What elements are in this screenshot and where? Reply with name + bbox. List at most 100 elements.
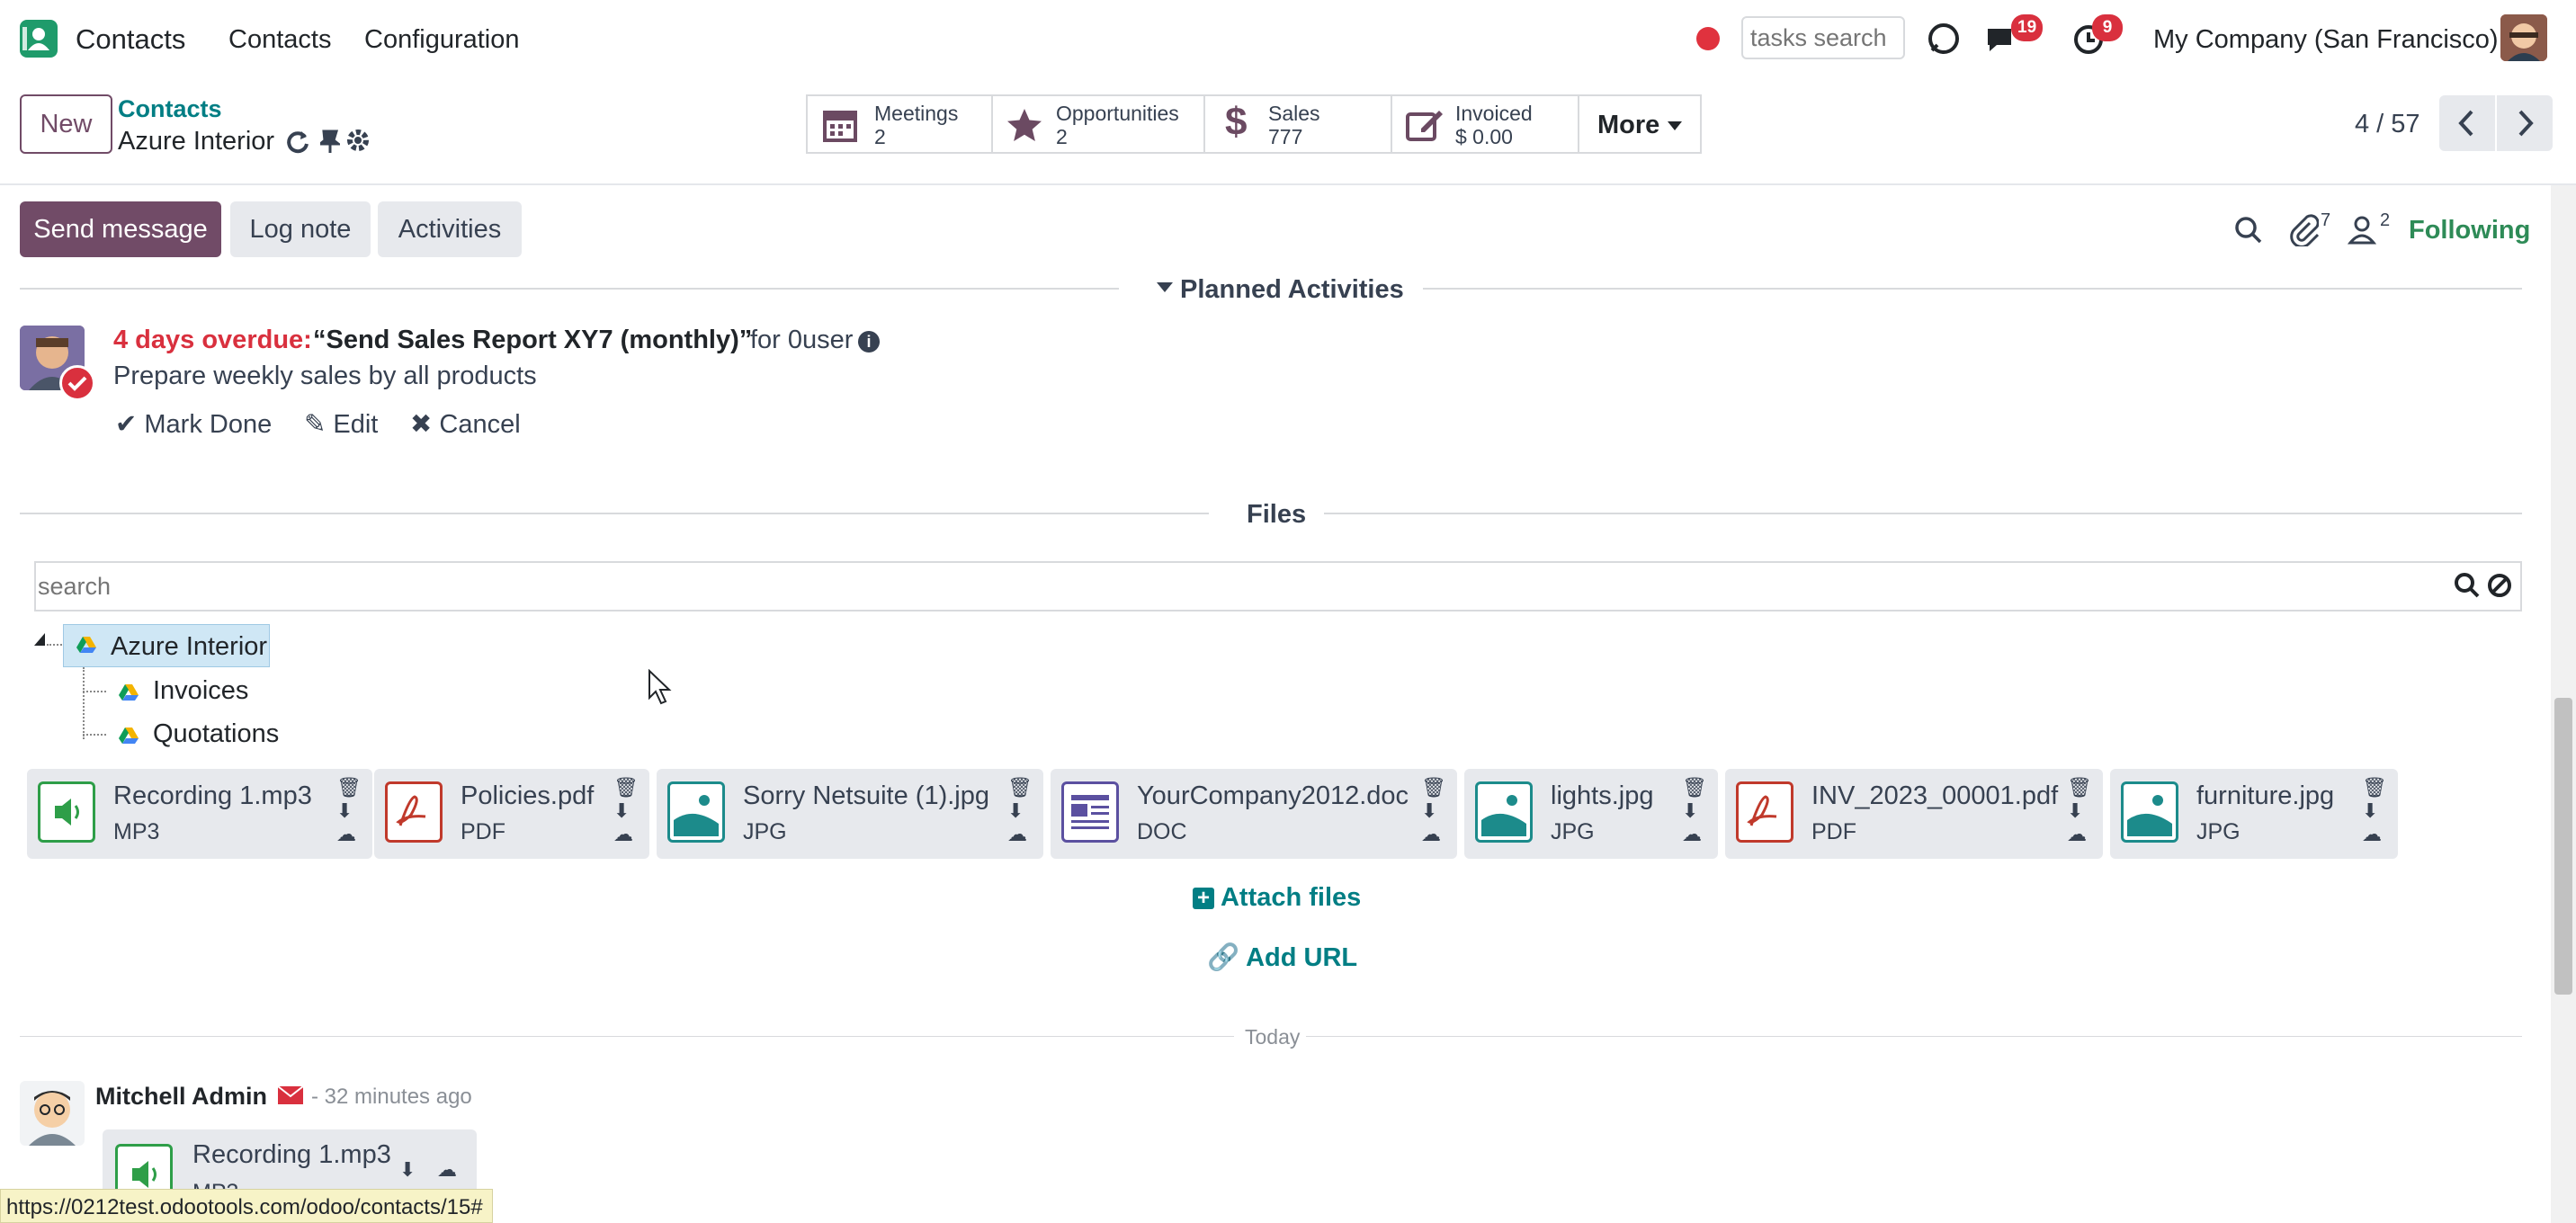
cloud-icon[interactable]: ☁ [2067, 823, 2092, 846]
attachment-card[interactable]: lights.jpg JPG 🗑 ⬇ ☁ [1464, 769, 1718, 859]
voip-icon[interactable] [1927, 22, 1961, 56]
app-logo-icon[interactable] [20, 20, 58, 58]
planned-activities-title[interactable]: Planned Activities [1180, 275, 1404, 305]
tree-node-root[interactable]: Azure Interior [63, 624, 270, 667]
files-divider-left [20, 513, 1209, 514]
following-button[interactable]: Following [2409, 216, 2530, 245]
stat-invoiced-button[interactable]: Invoiced $ 0.00 [1391, 94, 1579, 154]
more-dropdown-button[interactable]: More [1578, 94, 1702, 154]
app-name[interactable]: Contacts [76, 23, 185, 56]
message-author[interactable]: Mitchell Admin [95, 1083, 267, 1111]
download-icon[interactable]: ⬇ [399, 1158, 416, 1182]
refresh-icon[interactable] [283, 128, 310, 155]
trash-icon[interactable]: 🗑 [336, 776, 362, 799]
tasks-search-input[interactable] [1741, 16, 1905, 59]
menu-configuration[interactable]: Configuration [364, 25, 520, 55]
trash-icon[interactable]: 🗑 [2362, 776, 2387, 799]
cloud-icon[interactable]: ☁ [437, 1158, 457, 1182]
download-icon[interactable]: ⬇ [336, 799, 362, 823]
tree-line-invoices [83, 691, 106, 692]
trash-icon[interactable]: 🗑 [1007, 776, 1033, 799]
cloud-icon[interactable]: ☁ [613, 823, 639, 846]
attachment-card[interactable]: YourCompany2012.doc DOC 🗑 ⬇ ☁ [1051, 769, 1457, 859]
files-search-icon[interactable] [2454, 572, 2481, 599]
cloud-icon[interactable]: ☁ [336, 823, 362, 846]
pager-next-button[interactable] [2497, 95, 2553, 151]
log-note-button[interactable]: Log note [230, 201, 371, 257]
trash-icon[interactable]: 🗑 [1421, 776, 1446, 799]
download-icon[interactable]: ⬇ [1007, 799, 1033, 823]
activities-count-badge: 9 [2092, 14, 2123, 41]
cloud-icon[interactable]: ☁ [1682, 823, 1707, 846]
scrollbar-thumb[interactable] [2554, 698, 2572, 995]
cloud-icon[interactable]: ☁ [1007, 823, 1033, 846]
chatter-search-icon[interactable] [2234, 216, 2263, 245]
stat-meetings-button[interactable]: Meetings 2 [806, 94, 993, 154]
activities-button[interactable]: Activities [378, 201, 522, 257]
send-message-button[interactable]: Send message [20, 201, 221, 257]
edit-label: Edit [333, 410, 379, 439]
followers-icon[interactable] [2348, 214, 2376, 246]
gear-icon[interactable] [345, 128, 371, 153]
cloud-icon[interactable]: ☁ [1421, 823, 1446, 846]
drive-icon [76, 636, 96, 654]
recording-dot-icon[interactable] [1696, 27, 1720, 50]
stat-opportunities-button[interactable]: Opportunities 2 [991, 94, 1205, 154]
attach-files-label: Attach files [1220, 883, 1362, 912]
planned-divider-left [20, 288, 1119, 290]
check-icon: ✔ [115, 410, 138, 439]
activity-assignee: for 0user [750, 326, 854, 354]
mark-done-button[interactable]: ✔ Mark Done [115, 408, 272, 440]
attachment-card[interactable]: Sorry Netsuite (1).jpg JPG 🗑 ⬇ ☁ [657, 769, 1043, 859]
status-url: https://0212test.odootools.com/odoo/cont… [0, 1189, 493, 1223]
attachment-type: JPG [743, 819, 787, 844]
tree-invoices-label: Invoices [153, 676, 249, 705]
trash-icon[interactable]: 🗑 [2067, 776, 2092, 799]
attachment-card[interactable]: INV_2023_00001.pdf PDF 🗑 ⬇ ☁ [1725, 769, 2103, 859]
breadcrumb-contacts[interactable]: Contacts [118, 95, 222, 123]
menu-contacts[interactable]: Contacts [228, 25, 331, 55]
info-icon[interactable]: i [858, 331, 880, 353]
attachment-type: PDF [1811, 819, 1856, 844]
company-switcher[interactable]: My Company (San Francisco) [2153, 25, 2499, 55]
new-button[interactable]: New [20, 94, 112, 154]
user-avatar[interactable] [2500, 14, 2547, 61]
cloud-icon[interactable]: ☁ [2362, 823, 2387, 846]
attachment-name: furniture.jpg [2196, 781, 2335, 810]
mouse-cursor-icon [648, 669, 673, 705]
stat-sales-button[interactable]: $ Sales 777 [1203, 94, 1392, 154]
attach-files-button[interactable]: + Attach files [1193, 883, 1361, 913]
download-icon[interactable]: ⬇ [2362, 799, 2387, 823]
tree-collapse-icon[interactable] [34, 633, 45, 646]
trash-icon[interactable]: 🗑 [1682, 776, 1707, 799]
download-icon[interactable]: ⬇ [1421, 799, 1446, 823]
attachment-card[interactable]: furniture.jpg JPG 🗑 ⬇ ☁ [2110, 769, 2398, 859]
cancel-activity-button[interactable]: ✖ Cancel [410, 408, 521, 440]
files-search-input[interactable] [34, 561, 2522, 612]
paperclip-icon[interactable] [2288, 214, 2319, 246]
pager-value[interactable]: 4 / 57 [2355, 110, 2420, 139]
attachment-card[interactable]: Recording 1.mp3 MP3 🗑 ⬇ ☁ [27, 769, 372, 859]
download-icon[interactable]: ⬇ [613, 799, 639, 823]
image-file-icon [2121, 781, 2178, 843]
download-icon[interactable]: ⬇ [2067, 799, 2092, 823]
edit-activity-button[interactable]: ✎ Edit [304, 408, 378, 440]
today-divider-left [20, 1036, 1234, 1037]
stat-sales-value: 777 [1268, 125, 1303, 148]
followers-count: 2 [2380, 210, 2391, 230]
attachment-card[interactable]: Policies.pdf PDF 🗑 ⬇ ☁ [374, 769, 649, 859]
pin-icon[interactable] [320, 128, 340, 155]
audio-file-icon [38, 781, 95, 843]
planned-divider-right [1423, 288, 2522, 290]
planned-caret-icon[interactable] [1157, 282, 1173, 292]
attachment-name: Sorry Netsuite (1).jpg [743, 781, 989, 810]
author-avatar [20, 1081, 85, 1146]
stat-invoiced-label: Invoiced [1455, 102, 1533, 125]
add-url-button[interactable]: 🔗 Add URL [1207, 942, 1357, 973]
clear-search-icon[interactable] [2486, 572, 2513, 599]
trash-icon[interactable]: 🗑 [613, 776, 639, 799]
plus-square-icon: + [1193, 888, 1214, 910]
pager-prev-button[interactable] [2439, 95, 2495, 151]
add-url-label: Add URL [1246, 943, 1358, 972]
download-icon[interactable]: ⬇ [1682, 799, 1707, 823]
